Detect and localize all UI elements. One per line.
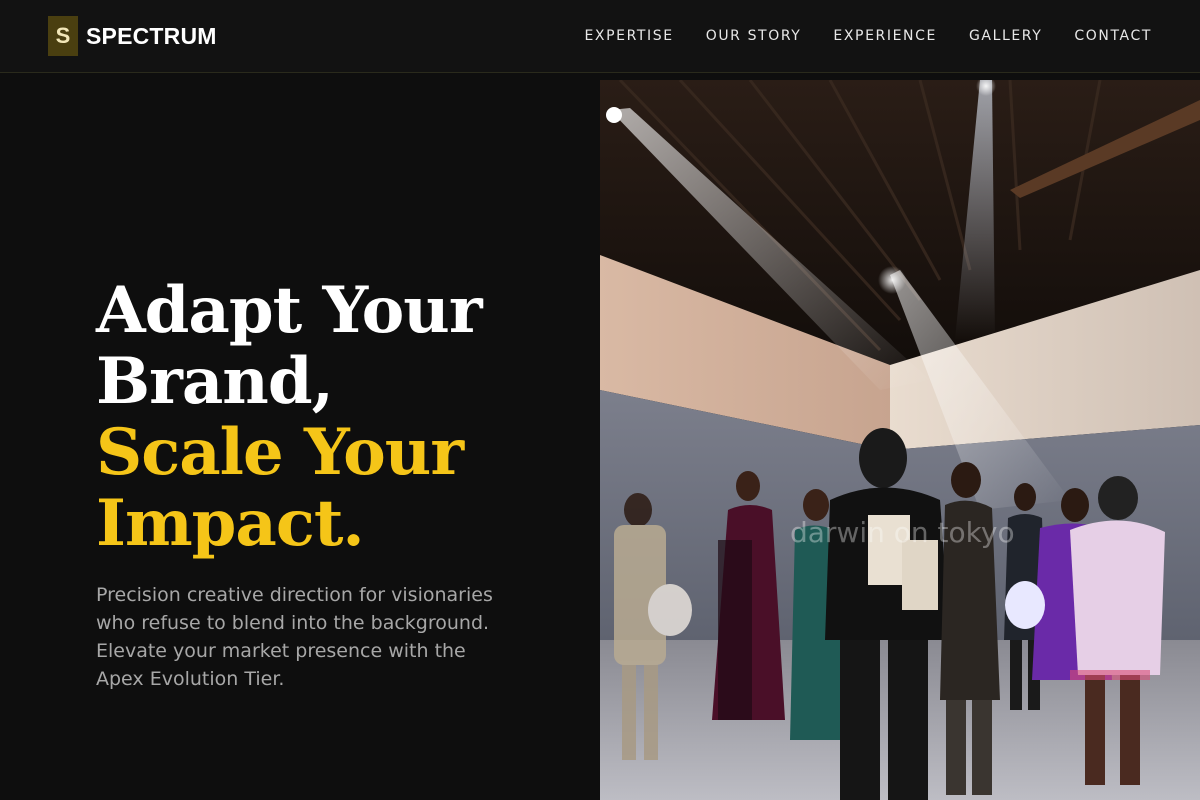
headline-line-3: Scale Your <box>96 415 464 490</box>
hero-headline: Adapt Your Brand, Scale Your Impact. <box>96 275 566 559</box>
hero-subtext: Precision creative direction for visiona… <box>96 584 493 690</box>
nav-link-our-story[interactable]: OUR STORY <box>706 28 802 44</box>
main-nav: EXPERTISE OUR STORY EXPERIENCE GALLERY C… <box>584 28 1152 44</box>
image-watermark: darwin on tokyo <box>790 516 1015 549</box>
nav-link-gallery[interactable]: GALLERY <box>969 28 1042 44</box>
nav-link-contact[interactable]: CONTACT <box>1074 28 1152 44</box>
hero-photo: darwin on tokyo <box>600 80 1200 800</box>
top-navbar: S SPECTRUM EXPERTISE OUR STORY EXPERIENC… <box>0 0 1200 73</box>
brand-logo[interactable]: S SPECTRUM <box>48 16 217 56</box>
fashion-event-photo <box>600 80 1200 800</box>
brand-name: SPECTRUM <box>86 22 217 49</box>
headline-line-2: Brand, <box>96 344 334 419</box>
headline-line-4: Impact. <box>96 486 365 561</box>
brand-mark-icon: S <box>48 16 78 56</box>
nav-link-experience[interactable]: EXPERIENCE <box>833 28 937 44</box>
hero-text-panel: Adapt Your Brand, Scale Your Impact. Pre… <box>0 73 600 800</box>
nav-link-expertise[interactable]: EXPERTISE <box>584 28 673 44</box>
headline-line-1: Adapt Your <box>96 273 483 348</box>
